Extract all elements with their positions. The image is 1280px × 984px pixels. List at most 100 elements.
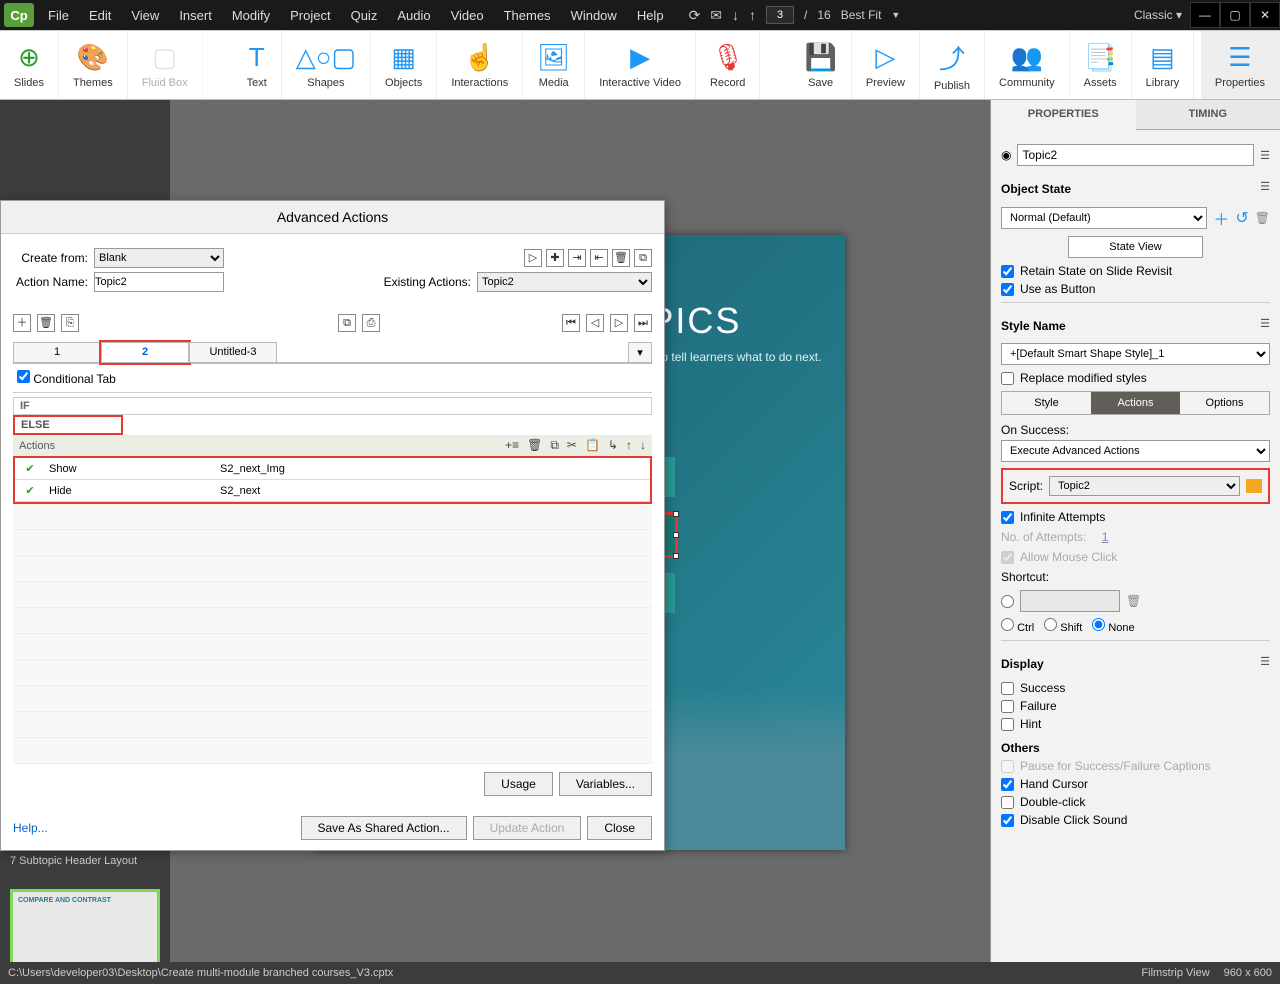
existing-actions-select[interactable]: Topic2 xyxy=(477,272,652,292)
use-button-check[interactable] xyxy=(1001,283,1014,296)
first-nav-icon[interactable]: ⏮ xyxy=(562,314,580,332)
export-icon[interactable]: ⇤ xyxy=(590,249,608,267)
action-param-cell[interactable]: S2_next xyxy=(220,485,335,497)
import-icon[interactable]: ⇥ xyxy=(568,249,586,267)
decision-tab-2[interactable]: 2 xyxy=(101,342,189,363)
actions-subtab[interactable]: Actions xyxy=(1091,392,1180,414)
down-icon[interactable]: ↓ xyxy=(732,7,739,23)
menu-themes[interactable]: Themes xyxy=(494,2,561,29)
reset-icon[interactable]: ↺ xyxy=(1235,208,1248,228)
menu-audio[interactable]: Audio xyxy=(387,2,440,29)
shift-radio-label[interactable]: Shift xyxy=(1044,618,1082,634)
double-click-check[interactable] xyxy=(1001,796,1014,809)
action-row[interactable]: ✔ Hide S2_next xyxy=(15,480,650,502)
variables-button[interactable]: Variables... xyxy=(559,772,652,796)
last-nav-icon[interactable]: ⏭ xyxy=(634,314,652,332)
style-select[interactable]: +[Default Smart Shape Style]_1 xyxy=(1001,343,1270,365)
decision-tab-1[interactable]: 1 xyxy=(13,342,101,363)
menu-icon[interactable]: ☰ xyxy=(1260,655,1270,668)
ribbon-slides[interactable]: ⊕Slides xyxy=(0,31,59,99)
ribbon-interactive-video[interactable]: ▶Interactive Video xyxy=(585,31,696,99)
action-param-cell[interactable]: S2_next_Img xyxy=(220,463,335,475)
visibility-icon[interactable]: ◉ xyxy=(1001,148,1011,162)
disable-click-sound-check[interactable] xyxy=(1001,814,1014,827)
copy-row-icon[interactable]: ⧉ xyxy=(550,438,559,453)
decision-tab-3[interactable]: Untitled-3 xyxy=(189,342,277,363)
delete-shortcut-icon[interactable]: 🗑 xyxy=(1126,594,1141,608)
menu-icon[interactable]: ☰ xyxy=(1260,180,1270,193)
on-success-select[interactable]: Execute Advanced Actions xyxy=(1001,440,1270,462)
copy-decision-icon[interactable]: ⎘ xyxy=(61,314,79,332)
ribbon-interactions[interactable]: ☝Interactions xyxy=(437,31,523,99)
folder-icon[interactable] xyxy=(1246,479,1262,493)
ribbon-objects[interactable]: ▦Objects xyxy=(371,31,437,99)
success-check[interactable] xyxy=(1001,682,1014,695)
none-radio[interactable] xyxy=(1092,618,1105,631)
next-nav-icon[interactable]: ▷ xyxy=(610,314,628,332)
action-type-cell[interactable]: Show xyxy=(45,463,220,475)
retain-state-check[interactable] xyxy=(1001,265,1014,278)
ribbon-shapes[interactable]: △○▢Shapes xyxy=(282,31,371,99)
object-name-input[interactable] xyxy=(1017,144,1254,166)
menu-modify[interactable]: Modify xyxy=(222,2,280,29)
ctrl-radio-label[interactable]: Ctrl xyxy=(1001,618,1034,634)
action-type-cell[interactable]: Hide xyxy=(45,485,220,497)
options-subtab[interactable]: Options xyxy=(1180,392,1269,414)
timing-tab[interactable]: TIMING xyxy=(1136,100,1280,129)
prev-nav-icon[interactable]: ◁ xyxy=(586,314,604,332)
cut-row-icon[interactable]: ✂ xyxy=(567,438,577,453)
menu-project[interactable]: Project xyxy=(280,2,340,29)
empty-action-rows[interactable] xyxy=(13,504,652,764)
view-mode[interactable]: Filmstrip View xyxy=(1141,967,1209,979)
delete-action-icon[interactable]: 🗑 xyxy=(612,249,630,267)
sync-icon[interactable]: ⟳ xyxy=(689,7,701,24)
menu-help[interactable]: Help xyxy=(627,2,674,29)
ribbon-themes[interactable]: 🎨Themes xyxy=(59,31,128,99)
menu-icon[interactable]: ☰ xyxy=(1260,317,1270,330)
shift-radio[interactable] xyxy=(1044,618,1057,631)
if-section[interactable]: IF xyxy=(13,397,652,415)
ribbon-assets[interactable]: 📑Assets xyxy=(1070,31,1132,99)
workspace-select[interactable]: Classic ▾ xyxy=(1134,8,1190,22)
chevron-down-icon[interactable]: ▼ xyxy=(891,10,900,20)
close-button[interactable]: ✕ xyxy=(1250,2,1280,28)
minimize-button[interactable]: — xyxy=(1190,2,1220,28)
menu-file[interactable]: File xyxy=(38,2,79,29)
ribbon-text[interactable]: TText xyxy=(233,31,282,99)
infinite-attempts-check[interactable] xyxy=(1001,511,1014,524)
zoom-select[interactable]: Best Fit xyxy=(841,8,882,22)
menu-video[interactable]: Video xyxy=(441,2,494,29)
paste-row-icon[interactable]: 📋 xyxy=(585,438,600,453)
resize-handle-se[interactable] xyxy=(673,553,679,559)
decision-tab-more[interactable]: ▾ xyxy=(628,342,652,363)
close-dialog-button[interactable]: Close xyxy=(587,816,652,840)
delete-icon[interactable]: 🗑 xyxy=(1255,211,1270,225)
preview-action-icon[interactable]: ▷ xyxy=(524,249,542,267)
add-state-icon[interactable]: ＋ xyxy=(1213,206,1229,230)
delete-decision-icon[interactable]: 🗑 xyxy=(37,314,55,332)
menu-view[interactable]: View xyxy=(121,2,169,29)
conditional-tab-label[interactable]: Conditional Tab xyxy=(17,372,116,386)
insert-row-icon[interactable]: ↳ xyxy=(608,438,618,453)
else-section[interactable]: ELSE xyxy=(13,415,123,435)
ribbon-preview[interactable]: ▷Preview xyxy=(852,31,920,99)
shortcut-input[interactable] xyxy=(1020,590,1120,612)
save-shared-button[interactable]: Save As Shared Action... xyxy=(301,816,467,840)
ribbon-save[interactable]: 💾Save xyxy=(790,31,851,99)
menu-insert[interactable]: Insert xyxy=(169,2,222,29)
maximize-button[interactable]: ▢ xyxy=(1220,2,1250,28)
add-row-icon[interactable]: +≡ xyxy=(505,438,519,453)
mail-icon[interactable]: ✉ xyxy=(710,7,722,24)
move-up-icon[interactable]: ↑ xyxy=(626,438,632,453)
menu-window[interactable]: Window xyxy=(561,2,627,29)
replace-styles-check[interactable] xyxy=(1001,372,1014,385)
paste-dec-icon[interactable]: ⎙ xyxy=(362,314,380,332)
conditional-tab-check[interactable] xyxy=(17,370,30,383)
resize-handle-ne[interactable] xyxy=(673,511,679,517)
add-decision-icon[interactable]: ＋ xyxy=(13,314,31,332)
move-down-icon[interactable]: ↓ xyxy=(640,438,646,453)
duplicate-action-icon[interactable]: ⧉ xyxy=(634,249,652,267)
help-link[interactable]: Help... xyxy=(13,821,48,835)
action-row[interactable]: ✔ Show S2_next_Img xyxy=(15,458,650,480)
state-select[interactable]: Normal (Default) xyxy=(1001,207,1207,229)
